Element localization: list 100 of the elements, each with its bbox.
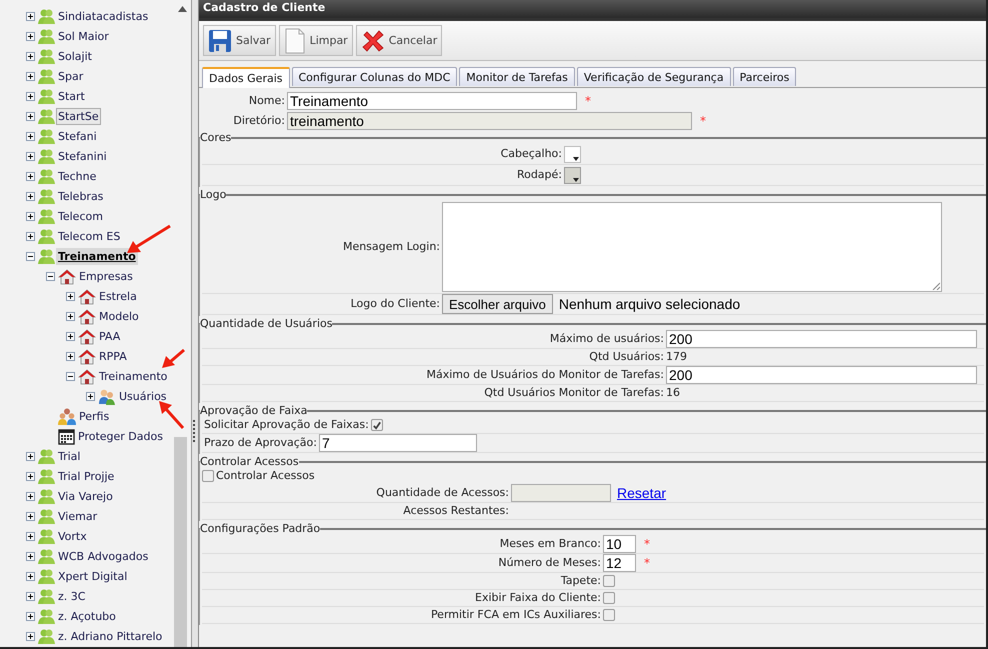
tab[interactable]: Dados Gerais (202, 67, 290, 88)
tree-toggle[interactable] (26, 172, 35, 180)
splitter-handle[interactable] (192, 0, 199, 647)
tree-item[interactable]: Telebras (56, 188, 106, 204)
checkbox[interactable] (202, 470, 214, 482)
checkbox[interactable] (603, 609, 615, 621)
people-icon (38, 608, 55, 624)
tab[interactable]: Parceiros (732, 67, 796, 86)
tree-item[interactable]: WCB Advogados (56, 548, 150, 564)
house-icon (78, 308, 96, 324)
tree-toggle[interactable] (26, 152, 35, 160)
tree-toggle[interactable] (26, 552, 35, 560)
toolbar-button[interactable]: Cancelar (356, 25, 442, 56)
tree-item[interactable]: Xpert Digital (56, 568, 130, 584)
tree-toggle[interactable] (26, 492, 35, 500)
color-picker[interactable] (564, 146, 581, 162)
tree-item[interactable]: Stefani (56, 128, 99, 144)
tree-toggle[interactable] (26, 572, 35, 580)
tree-item[interactable]: Vortx (56, 528, 89, 544)
tree-toggle[interactable] (86, 392, 95, 400)
checkbox[interactable] (603, 592, 615, 604)
tree-toggle[interactable] (26, 252, 35, 260)
tree-item[interactable]: Treinamento (97, 368, 170, 384)
people-icon (38, 588, 55, 604)
house-icon (78, 368, 96, 384)
calendar-icon (58, 428, 75, 444)
tree-toggle[interactable] (26, 212, 35, 220)
tree-item[interactable]: Stefanini (56, 148, 109, 164)
field-label: Número de Meses: (497, 556, 601, 570)
checkbox[interactable] (603, 575, 615, 587)
tree-item[interactable]: Proteger Dados (76, 428, 165, 444)
tree-item[interactable]: z. Adriano Pittarelo (56, 628, 164, 644)
tree-toggle[interactable] (26, 92, 35, 100)
tree-toggle[interactable] (26, 632, 35, 640)
section-legend: Quantidade de Usuários (200, 318, 332, 330)
people-icon (38, 528, 55, 544)
text-field[interactable]: 200 (666, 330, 977, 348)
tree-item[interactable]: Solajit (56, 48, 94, 64)
cancel-x-icon (360, 28, 385, 52)
tree-item[interactable]: Modelo (97, 308, 141, 324)
tree-toggle[interactable] (66, 292, 75, 300)
tree-item[interactable]: Sol Maior (56, 28, 111, 44)
tree-toggle[interactable] (26, 612, 35, 620)
tree-toggle[interactable] (26, 472, 35, 480)
tree-toggle[interactable] (26, 52, 35, 60)
tree-item[interactable]: Techne (56, 168, 98, 184)
scroll-up-icon[interactable] (178, 6, 187, 12)
tree-item[interactable]: Viemar (56, 508, 100, 524)
tree-item[interactable]: StartSe (56, 108, 101, 124)
tree-toggle[interactable] (66, 352, 75, 360)
tree-item[interactable]: Trial (56, 448, 82, 464)
choose-file-button[interactable]: Escolher arquivo (442, 294, 553, 314)
toolbar-button[interactable]: Salvar (203, 25, 276, 56)
tree-item[interactable]: Estrela (97, 288, 139, 304)
tab[interactable]: Configurar Colunas do MDC (292, 67, 458, 86)
people-icon (38, 448, 55, 464)
tree-toggle[interactable] (26, 232, 35, 240)
text-field[interactable]: 10 (603, 535, 636, 553)
tree-toggle[interactable] (26, 192, 35, 200)
tree-item[interactable]: RPPA (97, 348, 129, 364)
tree-toggle[interactable] (26, 112, 35, 120)
text-field[interactable]: 7 (318, 434, 477, 452)
resize-grip-icon[interactable] (932, 282, 940, 290)
tree-toggle[interactable] (26, 532, 35, 540)
tree-toggle[interactable] (46, 272, 55, 280)
tree-toggle[interactable] (26, 132, 35, 140)
tree-item[interactable]: Usuários (117, 388, 169, 404)
tree-item[interactable]: Start (56, 88, 87, 104)
tree-item[interactable]: Sindiatacadistas (56, 8, 150, 24)
tree-toggle[interactable] (26, 452, 35, 460)
tree-toggle[interactable] (26, 72, 35, 80)
tree-item[interactable]: Treinamento (56, 248, 138, 264)
tree-toggle[interactable] (66, 312, 75, 320)
tree-toggle[interactable] (26, 12, 35, 20)
text-field[interactable]: Treinamento (287, 92, 577, 110)
people-icon (38, 188, 55, 204)
tree-toggle[interactable] (26, 592, 35, 600)
tab[interactable]: Verificação de Segurança (576, 67, 731, 86)
tree-item[interactable]: Spar (56, 68, 86, 84)
tree-item[interactable]: Trial Projje (56, 468, 116, 484)
text-field[interactable]: 200 (666, 366, 977, 384)
tree-item[interactable]: Telecom (56, 208, 105, 224)
text-field[interactable]: 12 (603, 554, 636, 572)
tree-item[interactable]: Telecom ES (56, 228, 122, 244)
tree-item[interactable]: z. Açotubo (56, 608, 118, 624)
tree-toggle[interactable] (26, 32, 35, 40)
tree-toggle[interactable] (26, 512, 35, 520)
tree-toggle[interactable] (66, 332, 75, 340)
tree-item[interactable]: Via Varejo (56, 488, 115, 504)
tree-item[interactable]: Empresas (77, 268, 135, 284)
tree-item[interactable]: Perfis (77, 408, 112, 424)
checkbox[interactable] (370, 419, 383, 431)
tree-item[interactable]: z. 3C (56, 588, 88, 604)
people-icon (38, 48, 55, 64)
tree-item[interactable]: PAA (97, 328, 122, 344)
people-icon (38, 108, 55, 124)
tree-toggle[interactable] (66, 372, 75, 380)
toolbar-button[interactable]: Limpar (278, 25, 353, 56)
scrollbar-thumb[interactable] (174, 437, 187, 647)
tab[interactable]: Monitor de Tarefas (459, 67, 575, 86)
